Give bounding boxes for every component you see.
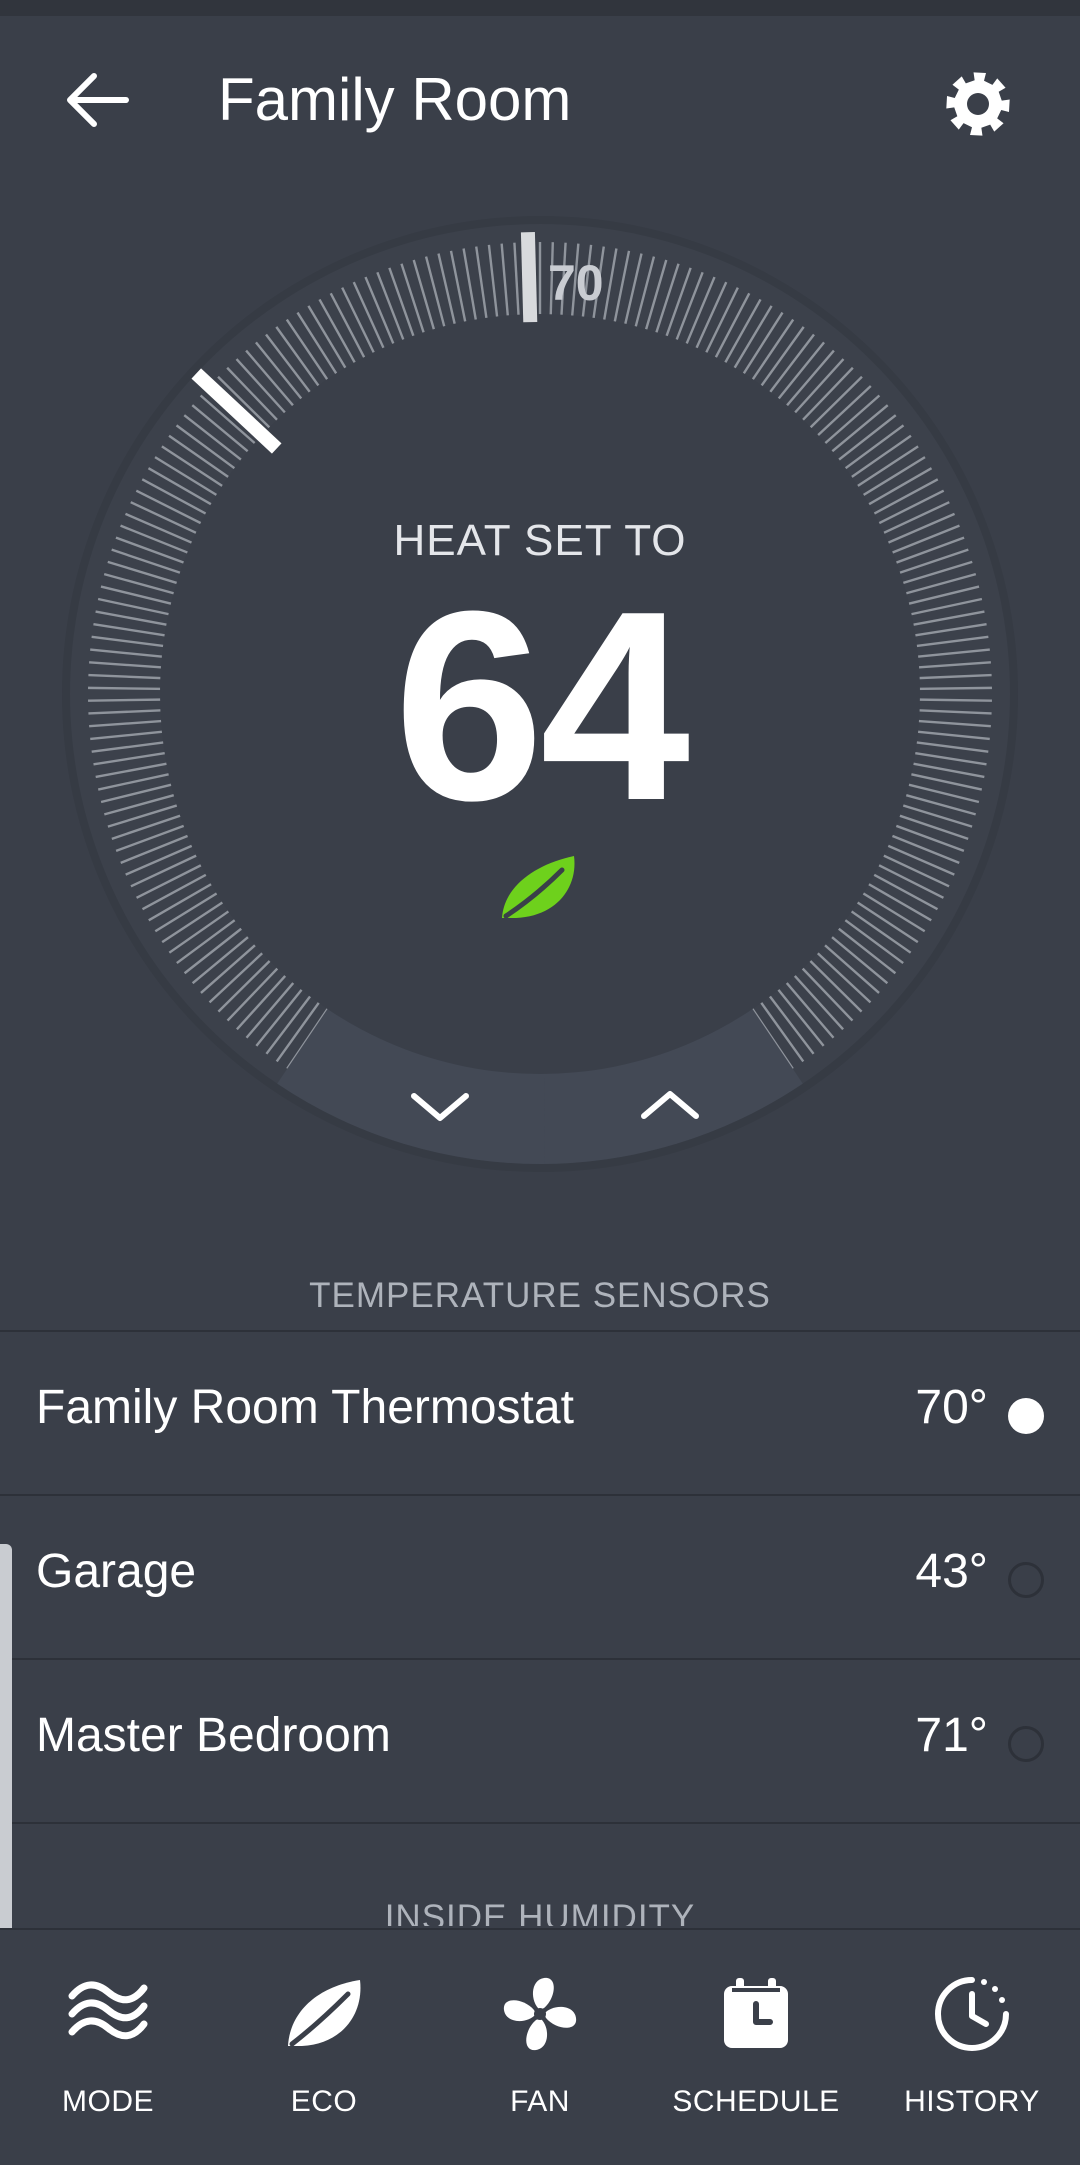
setpoint-value: 64: [393, 556, 690, 857]
sensors-section-title: TEMPERATURE SENSORS: [309, 1276, 771, 1315]
nav-label: HISTORY: [904, 2085, 1040, 2118]
sensor-row[interactable]: Garage 43°: [0, 1494, 1080, 1658]
back-button[interactable]: [60, 68, 136, 132]
sensor-row[interactable]: Family Room Thermostat 70°: [0, 1330, 1080, 1494]
sensor-temp: 43°: [915, 1545, 988, 1598]
nav-schedule[interactable]: SCHEDULE: [648, 1930, 864, 2165]
side-drawer-handle[interactable]: [0, 1544, 12, 1984]
bottom-nav: MODE ECO FAN SCHEDULE HISTORY: [0, 1928, 1080, 2165]
fan-icon: [503, 1977, 577, 2051]
sensor-name: Family Room Thermostat: [36, 1381, 574, 1434]
status-bar: [0, 0, 1080, 16]
sensor-selected-indicator[interactable]: [1008, 1562, 1044, 1598]
humidity-section-title: INSIDE HUMIDITY: [384, 1898, 696, 1926]
nav-fan[interactable]: FAN: [432, 1930, 648, 2165]
gear-icon: [946, 72, 1010, 136]
page-title: Family Room: [218, 66, 572, 133]
history-clock-icon: [935, 1977, 1009, 2051]
waves-icon: [68, 1981, 148, 2040]
sensor-list: Family Room Thermostat 70° Garage 43° Ma…: [0, 1330, 1080, 1824]
sensor-name: Garage: [36, 1545, 197, 1598]
nav-eco[interactable]: ECO: [216, 1930, 432, 2165]
nav-label: ECO: [290, 2085, 358, 2118]
sensor-temp: 70°: [915, 1381, 988, 1434]
current-temp-label: 70: [548, 255, 604, 311]
header: Family Room: [0, 16, 1080, 184]
nav-mode[interactable]: MODE: [0, 1930, 216, 2165]
calendar-clock-icon: [724, 1978, 788, 2048]
sensor-name: Master Bedroom: [36, 1709, 391, 1762]
chevron-down-icon: [411, 1093, 469, 1121]
nav-label: MODE: [62, 2085, 154, 2118]
sensor-selected-indicator[interactable]: [1008, 1726, 1044, 1762]
arrow-left-icon: [67, 73, 129, 127]
nav-label: SCHEDULE: [672, 2085, 840, 2118]
current-temp-marker: [520, 231, 538, 323]
settings-button[interactable]: [938, 64, 1018, 144]
leaf-icon: [288, 1980, 361, 2047]
temp-down-button[interactable]: [390, 1072, 490, 1142]
nav-history[interactable]: HISTORY: [864, 1930, 1080, 2165]
nav-label: FAN: [510, 2085, 570, 2118]
chevron-up-icon: [641, 1091, 699, 1119]
temp-up-button[interactable]: [620, 1070, 720, 1140]
eco-leaf-icon: [496, 846, 584, 934]
sensor-temp: 71°: [915, 1709, 988, 1762]
sensor-selected-indicator[interactable]: [1008, 1398, 1044, 1434]
thermostat-dial[interactable]: 70 HEAT SET TO 64: [60, 214, 1020, 1174]
sensor-row[interactable]: Master Bedroom 71°: [0, 1658, 1080, 1824]
